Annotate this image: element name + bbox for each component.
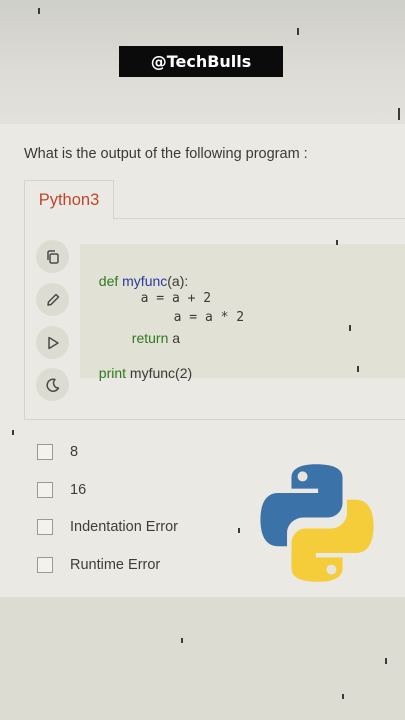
code-text: myfunc(2) xyxy=(129,365,193,381)
run-icon xyxy=(47,336,59,349)
option-label: 16 xyxy=(70,482,87,498)
code-text: a xyxy=(172,330,181,346)
option-checkbox[interactable] xyxy=(37,444,53,460)
dust-speck xyxy=(385,658,387,664)
dark-mode-button[interactable] xyxy=(36,368,69,401)
option-label: Indentation Error xyxy=(70,519,179,535)
option-3[interactable]: Indentation Error xyxy=(37,517,178,537)
dust-speck xyxy=(342,694,344,699)
tab-divider xyxy=(114,218,405,219)
dust-speck xyxy=(297,28,299,35)
dust-speck xyxy=(12,430,14,435)
code-line-4: return a xyxy=(124,314,180,346)
code-keyword: print xyxy=(98,365,127,381)
edit-button[interactable] xyxy=(36,283,69,316)
option-4[interactable]: Runtime Error xyxy=(37,555,160,575)
code-keyword: return xyxy=(131,330,169,346)
dust-speck xyxy=(38,8,40,14)
watermark-badge: @TechBulls xyxy=(119,46,283,77)
tab-python3[interactable]: Python3 xyxy=(24,180,114,219)
dust-speck xyxy=(349,325,351,331)
tab-label: Python3 xyxy=(38,190,100,209)
copy-icon xyxy=(46,249,59,264)
watermark-text: @TechBulls xyxy=(150,52,252,71)
code-text: a = a * 2 xyxy=(173,310,245,325)
dust-speck xyxy=(238,528,240,533)
question-text: What is the output of the following prog… xyxy=(24,146,308,162)
dust-speck xyxy=(336,240,338,245)
dark-mode-icon xyxy=(45,377,59,392)
option-2[interactable]: 16 xyxy=(37,480,86,500)
run-button[interactable] xyxy=(36,326,69,359)
option-label: 8 xyxy=(70,444,79,460)
code-keyword: def xyxy=(98,273,119,289)
dust-speck xyxy=(181,638,183,643)
option-checkbox[interactable] xyxy=(37,557,53,573)
copy-button[interactable] xyxy=(36,240,69,273)
option-checkbox[interactable] xyxy=(37,519,53,535)
python-logo-icon xyxy=(260,464,374,582)
option-checkbox[interactable] xyxy=(37,482,53,498)
edit-icon xyxy=(46,293,59,306)
bottom-background xyxy=(0,597,405,720)
option-1[interactable]: 8 xyxy=(37,442,78,462)
option-label: Runtime Error xyxy=(70,557,161,573)
dust-speck xyxy=(357,366,359,372)
dust-speck xyxy=(398,108,400,120)
code-line-5: print myfunc(2) xyxy=(91,349,192,381)
